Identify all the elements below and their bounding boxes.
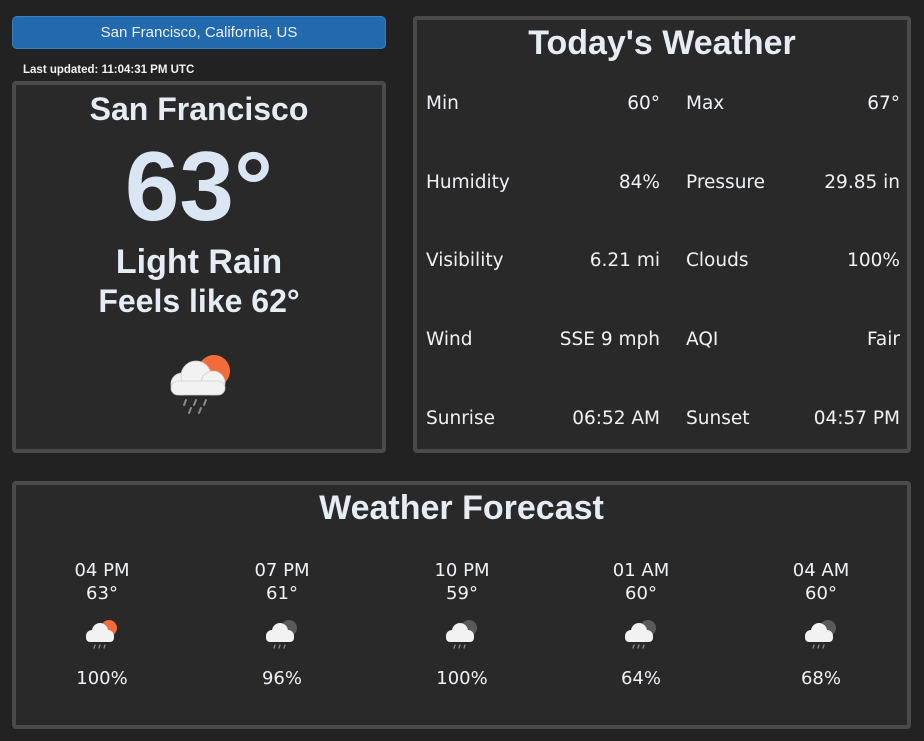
stat-value-wind: SSE 9 mph [559, 329, 660, 350]
forecast-item: 01 AM 60° 64% [581, 559, 701, 690]
rain-cloud-moon-icon [446, 620, 477, 649]
weather-forecast-panel: Weather Forecast 04 PM 63° 100% 07 PM 61… [12, 481, 911, 729]
forecast-temp: 59° [446, 583, 478, 604]
stat-value-sunset: 04:57 PM [813, 408, 900, 429]
forecast-temp: 60° [625, 583, 657, 604]
location-button[interactable]: San Francisco, California, US [12, 16, 386, 49]
stat-value-visibility: 6.21 mi [589, 250, 660, 271]
weather-forecast-title: Weather Forecast [319, 489, 604, 527]
forecast-precipitation: 100% [436, 668, 488, 689]
stat-label-pressure: Pressure [686, 172, 765, 193]
stat-value-aqi: Fair [866, 329, 900, 350]
current-temperature: 63° [124, 131, 274, 241]
rain-cloud-moon-icon [625, 620, 656, 649]
forecast-time: 04 AM [792, 560, 850, 581]
forecast-temp: 61° [266, 583, 298, 604]
stat-value-humidity: 84% [618, 172, 660, 193]
stat-value-max: 67° [867, 93, 900, 114]
stat-label-humidity: Humidity [426, 172, 510, 193]
current-weather-panel: San Francisco 63° Light Rain Feels like … [12, 81, 386, 453]
stat-label-visibility: Visibility [426, 250, 504, 271]
stat-value-sunrise: 06:52 AM [572, 408, 660, 429]
forecast-precipitation: 96% [261, 668, 302, 689]
stat-label-min: Min [426, 93, 459, 114]
forecast-item: 07 PM 61° 96% [222, 559, 342, 690]
city-name: San Francisco [89, 91, 309, 127]
rain-cloud-sun-icon [170, 355, 230, 414]
stat-value-pressure: 29.85 in [824, 172, 900, 193]
stat-label-sunrise: Sunrise [426, 408, 495, 429]
rain-cloud-sun-icon [86, 620, 117, 649]
todays-weather-panel: Today's Weather Min 60° Max 67° Humidity… [413, 16, 911, 453]
rain-cloud-moon-icon [266, 620, 297, 649]
forecast-time: 01 AM [612, 560, 670, 581]
forecast-precipitation: 100% [76, 668, 128, 689]
feels-like: Feels like 62° [98, 283, 300, 319]
last-updated-text: Last updated: 11:04:31 PM UTC [23, 64, 195, 76]
forecast-precipitation: 68% [800, 668, 841, 689]
stat-value-min: 60° [627, 93, 660, 114]
stat-label-wind: Wind [426, 329, 473, 350]
stat-label-max: Max [686, 93, 725, 114]
forecast-time: 07 PM [254, 560, 310, 581]
todays-weather-title: Today's Weather [528, 24, 796, 62]
forecast-time: 10 PM [434, 560, 490, 581]
forecast-item: 04 AM 60° 68% [761, 559, 881, 690]
forecast-temp: 63° [86, 583, 118, 604]
stat-label-sunset: Sunset [686, 408, 750, 429]
stat-label-clouds: Clouds [686, 250, 749, 271]
weather-condition: Light Rain [115, 243, 283, 281]
stat-value-clouds: 100% [847, 250, 900, 271]
forecast-precipitation: 64% [620, 668, 661, 689]
forecast-item: 04 PM 63° 100% [42, 559, 162, 690]
forecast-time: 04 PM [74, 560, 130, 581]
stat-label-aqi: AQI [686, 329, 719, 350]
forecast-temp: 60° [805, 583, 837, 604]
forecast-item: 10 PM 59° 100% [402, 559, 522, 690]
rain-cloud-moon-icon [805, 620, 836, 649]
